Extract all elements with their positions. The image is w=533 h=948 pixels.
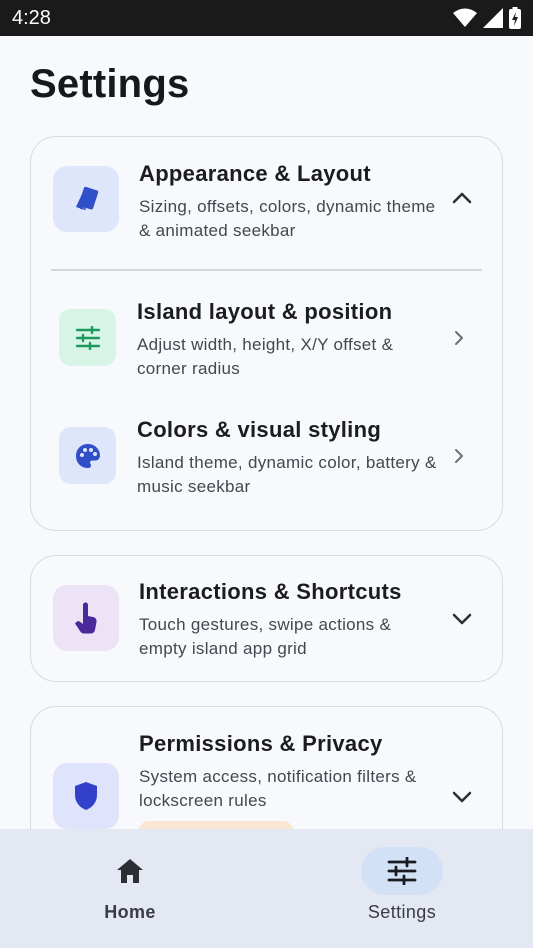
island-layout-description: Adjust width, height, X/Y offset & corne…: [137, 335, 394, 378]
chevron-down-icon[interactable]: [451, 790, 473, 804]
palette-icon: [59, 427, 116, 484]
chevron-right-icon: [455, 331, 463, 345]
touch-icon: [53, 585, 119, 651]
nav-settings-label: Settings: [367, 902, 437, 922]
nav-home-label: Home: [104, 902, 156, 922]
permissions-description: System access, notification filters & lo…: [139, 767, 417, 810]
permissions-title: Permissions & Privacy: [139, 731, 383, 756]
colors-styling-item[interactable]: Colors & visual styling Island theme, dy…: [31, 405, 502, 515]
permission-warning-chip: [139, 821, 293, 829]
colors-styling-description: Island theme, dynamic color, battery & m…: [137, 453, 437, 496]
colors-styling-title: Colors & visual styling: [137, 417, 382, 442]
appearance-title: Appearance & Layout: [139, 161, 371, 186]
status-icons: [453, 7, 521, 29]
interactions-description: Touch gestures, swipe actions & empty is…: [139, 615, 392, 658]
tune-icon: [387, 857, 417, 885]
settings-scroll-area[interactable]: Settings Appearance & Layout Sizing, off…: [0, 36, 533, 829]
page-title: Settings: [30, 62, 190, 106]
status-time: 4:28: [12, 7, 51, 29]
chevron-right-icon: [455, 449, 463, 463]
chevron-down-icon[interactable]: [451, 612, 473, 626]
sliders-icon: [59, 309, 116, 366]
interactions-section-card[interactable]: Interactions & Shortcuts Touch gestures,…: [30, 555, 503, 682]
shield-icon: [53, 763, 119, 829]
nav-home[interactable]: Home: [55, 829, 205, 948]
section-divider: [51, 269, 482, 271]
wifi-icon: [453, 8, 477, 27]
appearance-section-header[interactable]: Appearance & Layout Sizing, offsets, col…: [31, 137, 502, 269]
bottom-navigation: Home Settings: [0, 829, 533, 948]
cellular-signal-icon: [483, 8, 503, 28]
island-layout-item[interactable]: Island layout & position Adjust width, h…: [31, 287, 502, 397]
permissions-section-card[interactable]: Permissions & Privacy System access, not…: [30, 706, 503, 829]
nav-home-pill: [89, 847, 171, 895]
home-icon: [117, 859, 143, 883]
nav-settings[interactable]: Settings: [327, 829, 477, 948]
nav-settings-pill: [361, 847, 443, 895]
appearance-description: Sizing, offsets, colors, dynamic theme &…: [139, 197, 436, 240]
interactions-title: Interactions & Shortcuts: [139, 579, 402, 604]
island-layout-title: Island layout & position: [137, 299, 393, 324]
battery-charging-icon: [509, 7, 521, 29]
status-bar: 4:28: [0, 0, 533, 36]
chevron-up-icon[interactable]: [451, 191, 473, 205]
cards-icon: [53, 166, 119, 232]
appearance-section-card: Appearance & Layout Sizing, offsets, col…: [30, 136, 503, 531]
